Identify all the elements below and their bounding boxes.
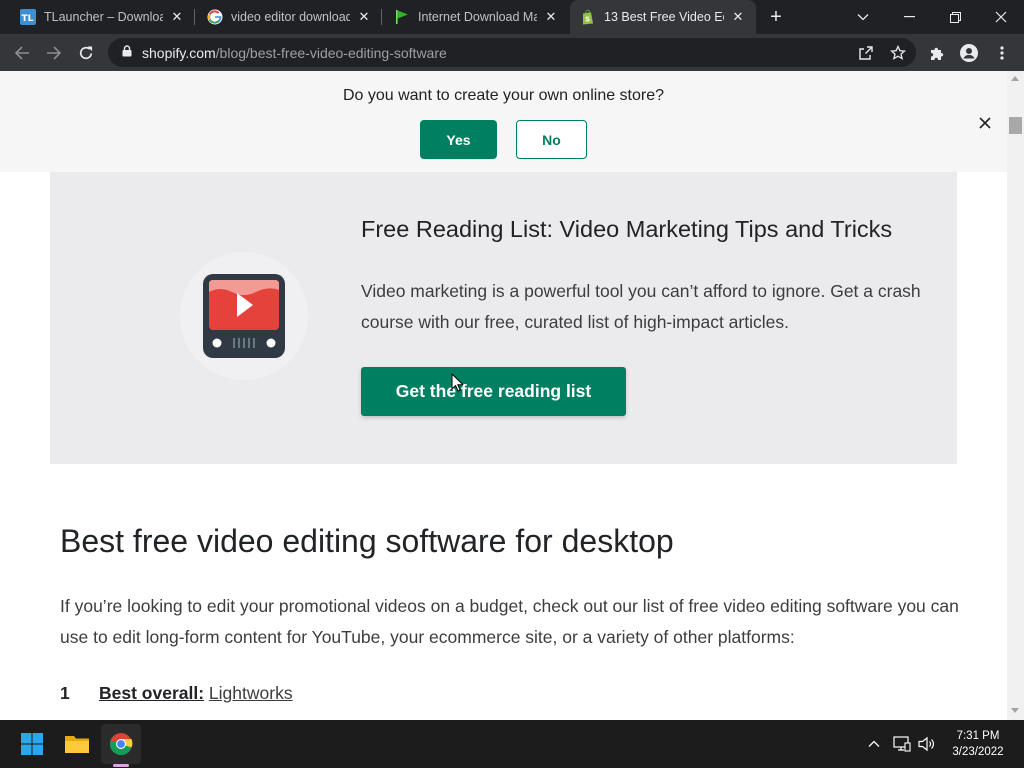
tab-internet-download-manager[interactable]: Internet Download Ma ✕	[384, 0, 569, 34]
tab-search-chevron-icon[interactable]	[840, 0, 886, 34]
system-clock[interactable]: 7:31 PM 3/23/2022	[938, 728, 1018, 760]
new-tab-button[interactable]: +	[764, 5, 788, 29]
close-tab-icon[interactable]: ✕	[543, 9, 559, 25]
reading-list-promo: Free Reading List: Video Marketing Tips …	[50, 172, 957, 464]
clock-time: 7:31 PM	[956, 730, 1000, 742]
active-app-indicator	[113, 764, 129, 767]
tab-separator	[194, 9, 195, 25]
browser-toolbar: shopify.com/blog/best-free-video-editing…	[0, 34, 1024, 71]
page-scrollbar[interactable]	[1007, 71, 1024, 720]
menu-kebab-icon[interactable]	[989, 40, 1015, 66]
file-explorer-icon[interactable]	[57, 724, 97, 764]
address-bar[interactable]: shopify.com/blog/best-free-video-editing…	[108, 38, 916, 67]
svg-text:S: S	[585, 16, 590, 24]
tab-title: TLauncher – Download	[44, 10, 163, 24]
lock-icon[interactable]	[122, 44, 132, 62]
promo-description: Video marketing is a powerful tool you c…	[361, 281, 921, 332]
promo-title: Free Reading List: Video Marketing Tips …	[361, 216, 893, 242]
profile-avatar-icon[interactable]	[956, 40, 982, 66]
close-icon[interactable]	[974, 112, 996, 134]
tlauncher-icon: TL	[20, 9, 36, 25]
back-arrow-icon[interactable]	[9, 40, 35, 66]
network-icon[interactable]	[892, 734, 912, 754]
reload-icon[interactable]	[73, 40, 99, 66]
lightworks-link[interactable]: Lightworks	[209, 683, 293, 703]
no-button[interactable]: No	[516, 120, 587, 159]
yes-button[interactable]: Yes	[420, 120, 497, 159]
forward-arrow-icon[interactable]	[41, 40, 67, 66]
close-window-icon[interactable]	[978, 0, 1024, 34]
chrome-icon[interactable]	[101, 724, 141, 764]
section-heading: Best free video editing software for des…	[60, 523, 674, 559]
idm-flag-icon	[394, 9, 410, 25]
tab-google-search[interactable]: video editor download ✕	[197, 0, 382, 34]
google-icon	[207, 9, 223, 25]
tab-title: video editor download	[231, 10, 350, 24]
tab-title: 13 Best Free Video Edit	[604, 10, 724, 24]
store-prompt-banner: Do you want to create your own online st…	[0, 71, 1007, 172]
windows-start-icon[interactable]	[12, 724, 52, 764]
get-reading-list-button[interactable]: Get the free reading list	[361, 367, 626, 416]
windows-taskbar: 7:31 PM 3/23/2022	[0, 720, 1024, 768]
video-tv-illustration	[180, 252, 308, 380]
url-path: /blog/best-free-video-editing-software	[215, 44, 447, 61]
scrollbar-thumb[interactable]	[1009, 117, 1022, 134]
close-tab-icon[interactable]: ✕	[730, 9, 746, 25]
clock-date: 3/23/2022	[952, 746, 1004, 758]
close-tab-icon[interactable]: ✕	[169, 9, 185, 25]
tab-title: Internet Download Ma	[418, 10, 537, 24]
scroll-down-arrow-icon[interactable]	[1011, 708, 1019, 713]
url-domain: shopify.com	[142, 44, 216, 61]
list-item-number: 1	[60, 683, 70, 703]
list-item-label[interactable]: Best overall:	[99, 683, 204, 703]
bookmark-star-icon[interactable]	[885, 40, 911, 66]
tab-tlauncher[interactable]: TL TLauncher – Download ✕	[10, 0, 195, 34]
page-viewport: Do you want to create your own online st…	[0, 71, 1007, 720]
restore-icon[interactable]	[932, 0, 978, 34]
show-hidden-icons-chevron-icon[interactable]	[864, 734, 884, 754]
svg-text:TL: TL	[22, 14, 34, 24]
shopify-icon: S	[580, 9, 596, 25]
tab-separator	[381, 9, 382, 25]
banner-question: Do you want to create your own online st…	[342, 87, 665, 104]
close-tab-icon[interactable]: ✕	[356, 9, 372, 25]
browser-tab-strip: TL TLauncher – Download ✕ video editor d…	[0, 0, 1024, 34]
extensions-puzzle-icon[interactable]	[924, 40, 950, 66]
tab-shopify-active[interactable]: S 13 Best Free Video Edit ✕	[570, 0, 756, 34]
share-icon[interactable]	[853, 40, 879, 66]
list-item: 1 Best overall: Lightworks	[60, 683, 293, 704]
url-text[interactable]: shopify.com/blog/best-free-video-editing…	[142, 45, 447, 61]
volume-icon[interactable]	[917, 734, 937, 754]
scroll-up-arrow-icon[interactable]	[1011, 76, 1019, 81]
mouse-cursor-icon	[451, 372, 465, 397]
minimize-icon[interactable]	[886, 0, 932, 34]
section-intro: If you’re looking to edit your promotion…	[60, 596, 959, 647]
